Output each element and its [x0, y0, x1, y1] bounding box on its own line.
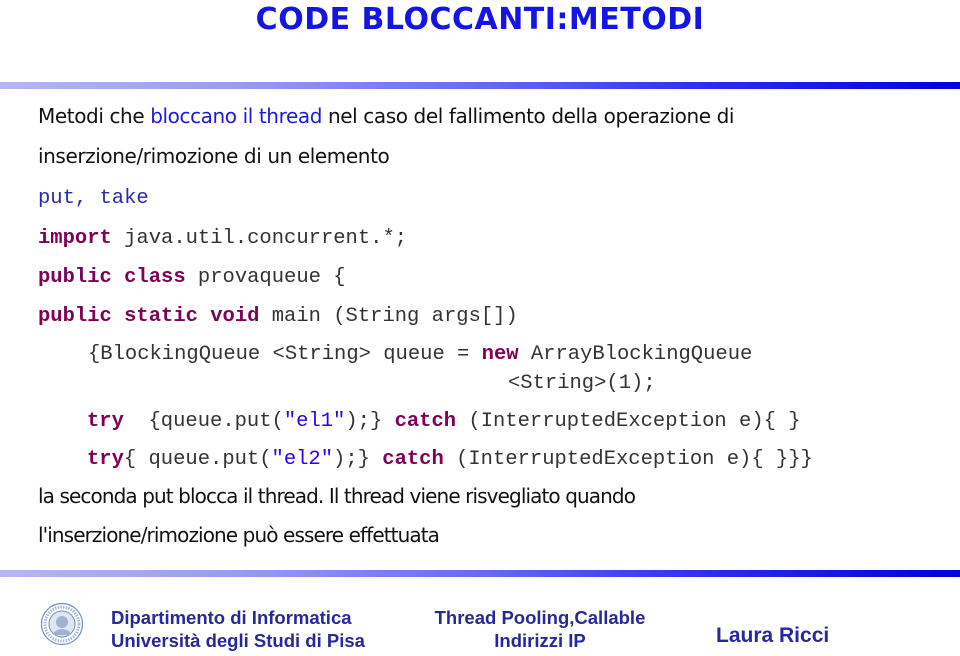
code-text: main (String args[]): [259, 305, 518, 328]
intro-line-1: Metodi che bloccano il thread nel caso d…: [38, 104, 734, 128]
code-line-class: public class provaqueue {: [38, 266, 346, 289]
bottom-gradient-divider: [0, 570, 960, 577]
code-text: (InterruptedException e){ }: [456, 410, 801, 433]
code-line-try-2: try{ queue.put("el2");} catch (Interrupt…: [87, 448, 813, 471]
code-keyword: new: [481, 343, 519, 366]
university-seal-icon: [40, 602, 84, 646]
conclusion-line-1: la seconda put blocca il thread. Il thre…: [38, 484, 636, 508]
intro-text-part2: nel caso del fallimento della operazione…: [322, 104, 735, 128]
code-text: {queue.put(: [123, 410, 284, 433]
code-line-queue-decl: {BlockingQueue <String> queue = new Arra…: [88, 343, 752, 366]
code-line-main: public static void main (String args[]): [38, 305, 518, 328]
footer-department: Dipartimento di Informatica Università d…: [111, 606, 365, 652]
code-text: );}: [333, 448, 383, 471]
code-text: ArrayBlockingQueue: [518, 343, 753, 366]
code-text: java.util.concurrent.*;: [111, 227, 408, 250]
top-gradient-divider: [0, 82, 960, 89]
code-keyword: catch: [394, 410, 457, 433]
code-keyword: try: [87, 410, 124, 433]
code-keyword: import: [38, 227, 112, 250]
intro-text-part1: Metodi che: [38, 104, 151, 128]
conclusion-line-2: l'inserzione/rimozione può essere effett…: [38, 523, 440, 547]
code-line-try-1: try {queue.put("el1");} catch (Interrupt…: [87, 410, 801, 433]
code-keyword: catch: [382, 448, 444, 471]
topic-line-1: Thread Pooling,Callable: [434, 607, 646, 628]
methods-list: put, take: [38, 187, 149, 210]
code-line-import: import java.util.concurrent.*;: [38, 227, 407, 250]
footer-author: Laura Ricci: [716, 624, 830, 647]
code-string: "el1": [283, 410, 346, 433]
footer-topic: Thread Pooling,Callable Indirizzi IP: [420, 606, 660, 652]
code-keyword: public class: [38, 266, 186, 289]
code-text: (InterruptedException e){ }}}: [443, 448, 813, 471]
code-text: {BlockingQueue <String> queue =: [88, 343, 482, 366]
department-name: Dipartimento di Informatica: [111, 607, 352, 628]
code-line-queue-decl-cont: <String>(1);: [508, 372, 656, 395]
topic-line-2: Indirizzi IP: [494, 630, 586, 651]
intro-highlight: bloccano il thread: [150, 104, 323, 128]
code-text: provaqueue {: [185, 266, 346, 289]
code-string: "el2": [271, 448, 334, 471]
slide-title: CODE BLOCCANTI:METODI: [255, 2, 705, 37]
intro-line-2: inserzione/rimozione di un elemento: [38, 144, 390, 168]
code-text: );}: [345, 410, 395, 433]
code-keyword: try: [87, 448, 124, 471]
code-keyword: public static void: [38, 305, 260, 328]
code-text: { queue.put(: [123, 448, 272, 471]
university-name: Università degli Studi di Pisa: [111, 630, 365, 651]
